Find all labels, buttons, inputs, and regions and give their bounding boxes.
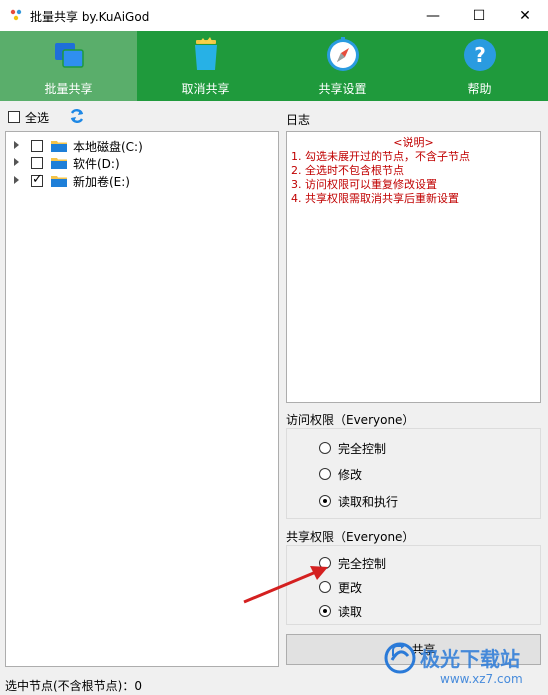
windows-stack-icon — [54, 43, 84, 68]
expand-arrow-icon[interactable] — [14, 176, 19, 184]
access-full-control-label[interactable]: 完全控制 — [338, 440, 386, 457]
share-read-label[interactable]: 读取 — [338, 603, 362, 620]
batch-share-label: 批量共享 — [44, 82, 93, 96]
app-icon — [10, 9, 22, 21]
help-button[interactable]: ? 帮助 — [411, 31, 548, 101]
expand-arrow-icon[interactable] — [14, 141, 19, 149]
log-textbox[interactable]: <说明> 1. 勾选未展开过的节点，不含子节点 2. 全选时不包含根节点 3. … — [286, 131, 541, 403]
tree-node-label: 本地磁盘(C:) — [73, 140, 143, 154]
share-full-control-label[interactable]: 完全控制 — [338, 555, 386, 572]
refresh-icon[interactable] — [69, 108, 85, 124]
svg-text:?: ? — [474, 43, 486, 67]
watermark-url: www.xz7.com — [440, 672, 523, 686]
log-line: 1. 勾选未展开过的节点，不含子节点 — [291, 150, 470, 163]
annotation-arrow-icon — [243, 566, 328, 604]
title-bar: 批量共享 by.KuAiGod — ☐ ✕ — [0, 0, 548, 31]
help-question-icon: ? — [463, 39, 496, 71]
log-line: 4. 共享权限需取消共享后重新设置 — [291, 192, 459, 205]
share-change-label[interactable]: 更改 — [338, 579, 362, 596]
share-permission-title: 共享权限（Everyone） — [286, 530, 415, 544]
access-permission-group: 完全控制 修改 读取和执行 — [286, 428, 541, 519]
node-checkbox[interactable] — [31, 157, 43, 169]
close-button[interactable]: ✕ — [502, 0, 548, 31]
share-settings-label: 共享设置 — [318, 82, 367, 96]
minimize-button[interactable]: — — [410, 0, 456, 31]
log-title: 日志 — [286, 113, 311, 127]
watermark-title: 极光下载站 — [420, 647, 520, 671]
access-read-execute-radio[interactable] — [319, 495, 331, 507]
batch-share-button[interactable]: 批量共享 — [0, 31, 137, 101]
log-line: 3. 访问权限可以重复修改设置 — [291, 178, 437, 191]
watermark-logo: 极光下载站 www.xz7.com — [382, 640, 548, 695]
maximize-button[interactable]: ☐ — [456, 0, 502, 31]
select-all-checkbox[interactable] — [8, 111, 20, 123]
tree-node[interactable]: 本地磁盘(C:) — [6, 137, 276, 155]
tree-node-label: 新加卷(E:) — [73, 175, 130, 189]
access-modify-radio[interactable] — [319, 468, 331, 480]
node-checkbox[interactable] — [31, 140, 43, 152]
share-settings-button[interactable]: 共享设置 — [274, 31, 411, 101]
expand-arrow-icon[interactable] — [14, 158, 19, 166]
access-permission-title: 访问权限（Everyone） — [286, 413, 415, 427]
cancel-share-label: 取消共享 — [181, 82, 230, 96]
log-header: <说明> — [393, 136, 434, 149]
compass-icon — [326, 37, 359, 71]
tree-node[interactable]: 软件(D:) — [6, 154, 276, 172]
status-text: 选中节点(不含根节点)：0 — [5, 679, 142, 693]
folder-icon — [51, 141, 67, 152]
cancel-share-button[interactable]: 取消共享 — [137, 31, 274, 101]
log-line: 2. 全选时不包含根节点 — [291, 164, 404, 177]
folder-icon — [51, 176, 67, 187]
access-full-control-radio[interactable] — [319, 442, 331, 454]
tree-node-label: 软件(D:) — [73, 157, 120, 171]
ribbon-toolbar: 批量共享 取消共享 共享设置 ? 帮助 — [0, 31, 548, 101]
node-checkbox-checked[interactable] — [31, 172, 43, 187]
tree-node[interactable]: 新加卷(E:) — [6, 172, 276, 190]
trash-can-icon — [194, 37, 217, 70]
folder-icon — [51, 158, 67, 169]
watermark-icon — [384, 642, 416, 674]
access-modify-label[interactable]: 修改 — [338, 466, 362, 483]
access-read-execute-label[interactable]: 读取和执行 — [338, 493, 398, 510]
window-title: 批量共享 by.KuAiGod — [30, 10, 150, 24]
help-label: 帮助 — [467, 82, 492, 96]
select-all-label: 全选 — [25, 111, 50, 125]
